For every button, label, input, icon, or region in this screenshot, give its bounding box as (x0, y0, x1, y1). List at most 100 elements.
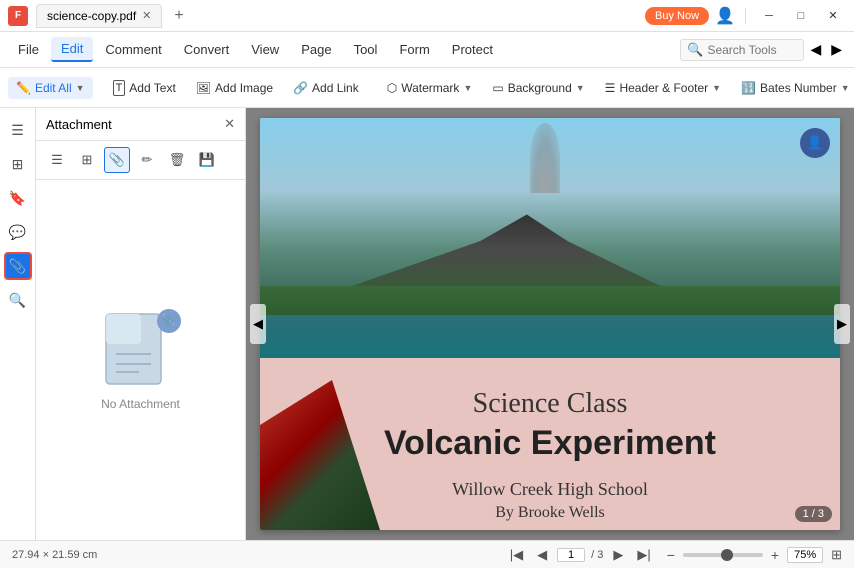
menu-protect[interactable]: Protect (442, 38, 503, 61)
zoom-slider-thumb[interactable] (721, 549, 733, 561)
attachment-pin-icon: 📎 (157, 309, 181, 333)
left-sidebar: ☰ ⊞ 🔖 💬 📎 🔍 (0, 108, 36, 540)
add-text-button[interactable]: T Add Text (105, 76, 184, 100)
title-bar: F science-copy.pdf ✕ + Buy Now 👤 ─ □ ✕ (0, 0, 854, 32)
author-name: By Brooke Wells (495, 504, 605, 522)
bates-number-dropdown-arrow: ▼ (841, 83, 850, 93)
dimensions-label: 27.94 × 21.59 cm (12, 549, 494, 561)
fit-page-button[interactable]: ⊞ (831, 547, 842, 563)
menu-comment[interactable]: Comment (95, 38, 171, 61)
zoom-out-button[interactable]: − (667, 547, 675, 563)
pdf-viewer: ◀ ▶ 👤 Science Class Volcanic E (246, 108, 854, 540)
add-link-icon: 🔗 (293, 81, 308, 95)
panel-header: Attachment ✕ (36, 108, 245, 141)
panel-edit-button[interactable]: ✏ (134, 147, 160, 173)
sidebar-search-icon[interactable]: 🔍 (4, 286, 32, 314)
edit-all-button[interactable]: ✏️ Edit All ▼ (8, 77, 93, 99)
app-icon: F (8, 6, 28, 26)
bates-number-button[interactable]: 🔢 Bates Number ▼ (733, 77, 854, 99)
page-total-label: / 3 (591, 549, 603, 561)
user-icon[interactable]: 👤 (715, 6, 735, 26)
no-attachment-label: No Attachment (101, 397, 180, 411)
school-name: Willow Creek High School (452, 479, 648, 500)
sidebar-menu-icon[interactable]: ☰ (4, 116, 32, 144)
menu-bar: File Edit Comment Convert View Page Tool… (0, 32, 854, 68)
header-footer-dropdown-arrow: ▼ (712, 83, 721, 93)
nav-back-icon[interactable]: ◀ (806, 41, 825, 58)
volcano-decoration (260, 380, 380, 530)
page-navigation: |◀ ◀ / 3 ▶ ▶| (506, 545, 655, 565)
panel-toolbar: ☰ ⊞ 📎 ✏ 🗑 💾 (36, 141, 245, 180)
sidebar-comment-icon[interactable]: 💬 (4, 218, 32, 246)
attachment-panel: Attachment ✕ ☰ ⊞ 📎 ✏ 🗑 💾 (36, 108, 246, 540)
bates-number-icon: 🔢 (741, 81, 756, 95)
zoom-slider[interactable] (683, 553, 763, 557)
add-image-icon: 🖼 (196, 81, 211, 95)
close-button[interactable]: ✕ (820, 3, 846, 29)
panel-content: 📎 No Attachment (36, 180, 245, 540)
add-image-button[interactable]: 🖼 Add Image (188, 77, 281, 99)
add-link-button[interactable]: 🔗 Add Link (285, 77, 367, 99)
scroll-left-arrow[interactable]: ◀ (250, 304, 266, 344)
edit-icon: ✏️ (16, 81, 31, 95)
background-dropdown-arrow: ▼ (576, 83, 585, 93)
panel-list-view-button[interactable]: ☰ (44, 147, 70, 173)
panel-close-button[interactable]: ✕ (224, 116, 235, 132)
menu-view[interactable]: View (241, 38, 289, 61)
prev-page-button[interactable]: ◀ (533, 545, 551, 565)
zoom-in-button[interactable]: + (771, 547, 779, 563)
attachment-icon-container: 📎 (101, 309, 181, 389)
sidebar-attachment-icon[interactable]: 📎 (4, 252, 32, 280)
header-footer-button[interactable]: ☰ Header & Footer ▼ (597, 77, 729, 99)
new-tab-button[interactable]: + (170, 7, 187, 25)
first-page-button[interactable]: |◀ (506, 545, 527, 565)
maximize-button[interactable]: □ (788, 3, 814, 29)
title-bar-separator (745, 8, 746, 24)
menu-file[interactable]: File (8, 38, 49, 61)
add-text-icon: T (113, 80, 126, 96)
zoom-level-input[interactable] (787, 547, 823, 563)
status-bar: 27.94 × 21.59 cm |◀ ◀ / 3 ▶ ▶| − + ⊞ (0, 540, 854, 568)
menu-tool[interactable]: Tool (344, 38, 388, 61)
title-bar-left: F science-copy.pdf ✕ + (8, 4, 645, 28)
tab-close-icon[interactable]: ✕ (142, 9, 151, 22)
attachment-doc-icon: 📎 (101, 309, 181, 399)
search-tools-input[interactable] (707, 43, 797, 57)
main-content: ☰ ⊞ 🔖 💬 📎 🔍 Attachment ✕ ☰ ⊞ 📎 ✏ 🗑 💾 (0, 108, 854, 540)
panel-title: Attachment (46, 117, 112, 132)
panel-grid-view-button[interactable]: ⊞ (74, 147, 100, 173)
panel-attach-button[interactable]: 📎 (104, 147, 130, 173)
sidebar-bookmark-icon[interactable]: 🔖 (4, 184, 32, 212)
last-page-button[interactable]: ▶| (633, 545, 654, 565)
header-footer-icon: ☰ (605, 81, 616, 95)
menu-edit[interactable]: Edit (51, 37, 93, 62)
pdf-page: 👤 Science Class Volcanic Experiment Will… (260, 118, 840, 530)
background-button[interactable]: ▭ Background ▼ (484, 77, 592, 99)
search-icon: 🔍 (687, 42, 703, 58)
sidebar-page-icon[interactable]: ⊞ (4, 150, 32, 178)
panel-save-button[interactable]: 💾 (194, 147, 220, 173)
pdf-header-image: 👤 (260, 118, 840, 358)
user-button[interactable]: 👤 (800, 128, 830, 158)
science-title: Science Class (473, 388, 628, 420)
zoom-controls: − + ⊞ (667, 547, 842, 563)
nav-forward-icon[interactable]: ▶ (827, 41, 846, 58)
panel-delete-button[interactable]: 🗑 (164, 147, 190, 173)
page-badge: 1 / 3 (795, 506, 832, 522)
pdf-content-area: Science Class Volcanic Experiment Willow… (260, 358, 840, 530)
menu-form[interactable]: Form (389, 38, 439, 61)
scroll-right-arrow[interactable]: ▶ (834, 304, 850, 344)
pdf-tab[interactable]: science-copy.pdf ✕ (36, 4, 162, 28)
buy-now-button[interactable]: Buy Now (645, 7, 709, 25)
watermark-icon: ⬡ (387, 81, 397, 95)
menu-page[interactable]: Page (291, 38, 341, 61)
minimize-button[interactable]: ─ (756, 3, 782, 29)
background-icon: ▭ (492, 81, 503, 95)
watermark-button[interactable]: ⬡ Watermark ▼ (379, 77, 481, 99)
volcanic-title: Volcanic Experiment (384, 424, 716, 463)
next-page-button[interactable]: ▶ (609, 545, 627, 565)
current-page-input[interactable] (557, 548, 585, 562)
tab-title: science-copy.pdf (47, 9, 136, 23)
title-bar-right: Buy Now 👤 ─ □ ✕ (645, 3, 846, 29)
menu-convert[interactable]: Convert (174, 38, 240, 61)
